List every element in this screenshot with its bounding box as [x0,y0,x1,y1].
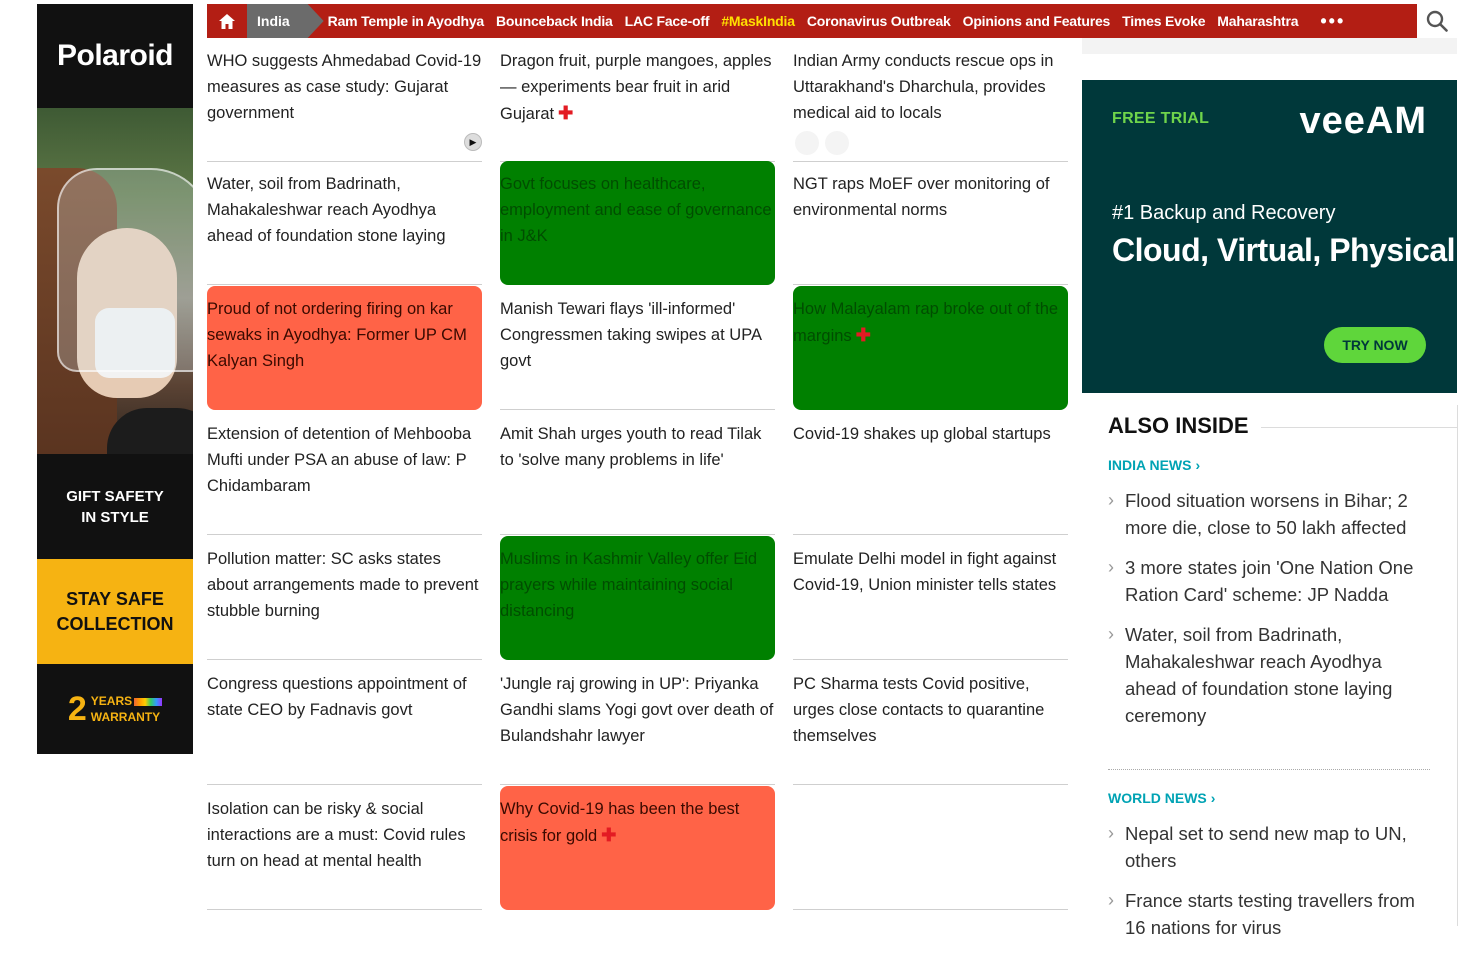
article-title[interactable]: Why Covid-19 has been the best crisis fo… [500,800,739,845]
article-card[interactable]: Proud of not ordering firing on kar sewa… [207,286,482,410]
article-card[interactable]: Govt focuses on healthcare, employment a… [500,161,775,285]
share-icons [795,131,849,155]
play-icon[interactable]: ▶ [464,133,482,151]
premium-plus-icon: ✚ [558,103,574,123]
try-now-button[interactable]: TRY NOW [1324,327,1426,363]
article-title[interactable]: Covid-19 shakes up global startups [793,421,1068,447]
polaroid-ad[interactable]: Polaroid GIFT SAFETY IN STYLE STAY SAFE … [37,4,193,754]
rainbow-stripe-icon [134,697,163,706]
also-inside-panel: ALSO INSIDE INDIA NEWS› Flood situation … [1082,405,1458,938]
article-title[interactable]: Govt focuses on healthcare, employment a… [500,171,775,249]
home-button[interactable] [207,4,247,38]
warranty-number: 2 [67,689,87,728]
article-title[interactable]: Manish Tewari flays 'ill-informed' Congr… [500,296,775,374]
free-trial-label: FREE TRIAL [1112,110,1210,127]
article-title[interactable]: Proud of not ordering firing on kar sewa… [207,296,482,374]
veeam-ad[interactable]: FREE TRIAL veeAM #1 Backup and Recovery … [1082,80,1457,393]
premium-plus-icon: ✚ [855,325,871,345]
search-button[interactable] [1417,4,1457,38]
warranty-word2: WARRANTY [90,710,161,724]
chevron-right-icon: › [1210,790,1216,806]
article-card[interactable]: How Malayalam rap broke out of the margi… [793,286,1068,410]
premium-plus-icon: ✚ [601,825,617,845]
ad-warranty: 2 YEARS WARRANTY [37,664,193,754]
article-card[interactable]: Congress questions appointment of state … [207,661,482,785]
article-card[interactable]: Dragon fruit, purple mangoes, apples — e… [500,38,775,162]
article-title[interactable]: NGT raps MoEF over monitoring of environ… [793,171,1068,223]
article-title[interactable]: Extension of detention of Mehbooba Mufti… [207,421,482,499]
article-title[interactable]: Isolation can be risky & social interact… [207,796,482,874]
article-card[interactable]: 'Jungle raj growing in UP': Priyanka Gan… [500,661,775,785]
article-card[interactable]: Muslims in Kashmir Valley offer Eid pray… [500,536,775,660]
veeam-headline: Cloud, Virtual, Physical [1112,232,1456,268]
ad-gift-text: GIFT SAFETY IN STYLE [66,487,164,526]
more-icon[interactable]: ••• [1320,11,1345,32]
veeam-subtitle: #1 Backup and Recovery [1112,202,1336,224]
also-inside-item[interactable]: Water, soil from Badrinath, Mahakaleshwa… [1108,621,1433,729]
article-card[interactable]: NGT raps MoEF over monitoring of environ… [793,161,1068,285]
article-card[interactable]: Manish Tewari flays 'ill-informed' Congr… [500,286,775,410]
top-navigation: India Ram Temple in Ayodhya Bounceback In… [207,4,1457,38]
search-icon [1426,10,1448,32]
nav-item[interactable]: Opinions and Features [963,13,1111,29]
article-card[interactable]: Why Covid-19 has been the best crisis fo… [500,786,775,910]
ad-photo [37,108,193,454]
also-inside-item[interactable]: Nepal set to send new map to UN, others [1108,820,1433,874]
veeam-logo: veeAM [1299,100,1427,142]
nav-current-india[interactable]: India [247,4,324,38]
article-card[interactable]: Water, soil from Badrinath, Mahakaleshwa… [207,161,482,285]
article-title[interactable]: How Malayalam rap broke out of the margi… [793,300,1058,345]
share-icon [795,131,819,155]
nav-item[interactable]: Times Evoke [1122,13,1205,29]
world-news-link[interactable]: WORLD NEWS › [1108,790,1215,806]
nav-item[interactable]: LAC Face-off [625,13,710,29]
also-inside-title: ALSO INSIDE [1108,413,1261,439]
nav-item[interactable]: #MaskIndia [721,13,795,29]
article-card[interactable]: Pollution matter: SC asks states about a… [207,536,482,660]
world-news-list: Nepal set to send new map to UN, others F… [1108,820,1433,954]
article-title[interactable]: Water, soil from Badrinath, Mahakaleshwa… [207,171,482,249]
article-card[interactable] [793,786,1068,910]
also-inside-item[interactable]: France starts testing travellers from 16… [1108,887,1433,941]
chevron-right-icon: › [1195,457,1201,473]
article-title[interactable]: Indian Army conducts rescue ops in Uttar… [793,48,1068,126]
article-title[interactable]: WHO suggests Ahmedabad Covid-19 measures… [207,48,482,126]
nav-item[interactable]: Bounceback India [496,13,613,29]
home-icon [219,13,235,29]
article-title[interactable]: Dragon fruit, purple mangoes, apples — e… [500,52,772,123]
article-title[interactable]: Muslims in Kashmir Valley offer Eid pray… [500,546,775,624]
article-card[interactable]: WHO suggests Ahmedabad Covid-19 measures… [207,38,482,162]
ad-brand-logo: Polaroid [56,39,174,72]
article-title[interactable]: 'Jungle raj growing in UP': Priyanka Gan… [500,671,775,749]
article-card[interactable]: Emulate Delhi model in fight against Cov… [793,536,1068,660]
also-inside-item[interactable]: Flood situation worsens in Bihar; 2 more… [1108,487,1433,541]
article-card[interactable]: Indian Army conducts rescue ops in Uttar… [793,38,1068,162]
article-title[interactable]: Pollution matter: SC asks states about a… [207,546,482,624]
article-card[interactable]: PC Sharma tests Covid positive, urges cl… [793,661,1068,785]
nav-item[interactable]: Ram Temple in Ayodhya [328,13,485,29]
article-title[interactable]: PC Sharma tests Covid positive, urges cl… [793,671,1068,749]
warranty-word1: YEARS [90,694,133,708]
article-card[interactable]: Extension of detention of Mehbooba Mufti… [207,411,482,535]
nav-item[interactable]: Coronavirus Outbreak [807,13,951,29]
india-news-list: Flood situation worsens in Bihar; 2 more… [1108,487,1433,742]
ad-stay-safe-text: STAY SAFE COLLECTION [37,559,193,664]
article-card[interactable]: Isolation can be risky & social interact… [207,786,482,910]
also-inside-item[interactable]: 3 more states join 'One Nation One Ratio… [1108,554,1433,608]
nav-item[interactable]: Maharashtra [1217,13,1298,29]
divider [1108,769,1430,770]
share-icon [825,131,849,155]
article-title[interactable]: Amit Shah urges youth to read Tilak to '… [500,421,775,473]
india-news-link[interactable]: INDIA NEWS › [1108,457,1200,473]
article-card[interactable]: Amit Shah urges youth to read Tilak to '… [500,411,775,535]
article-card[interactable]: Covid-19 shakes up global startups [793,411,1068,535]
article-title[interactable]: Congress questions appointment of state … [207,671,482,723]
article-title[interactable]: Emulate Delhi model in fight against Cov… [793,546,1068,598]
right-top-strip [1082,38,1457,54]
